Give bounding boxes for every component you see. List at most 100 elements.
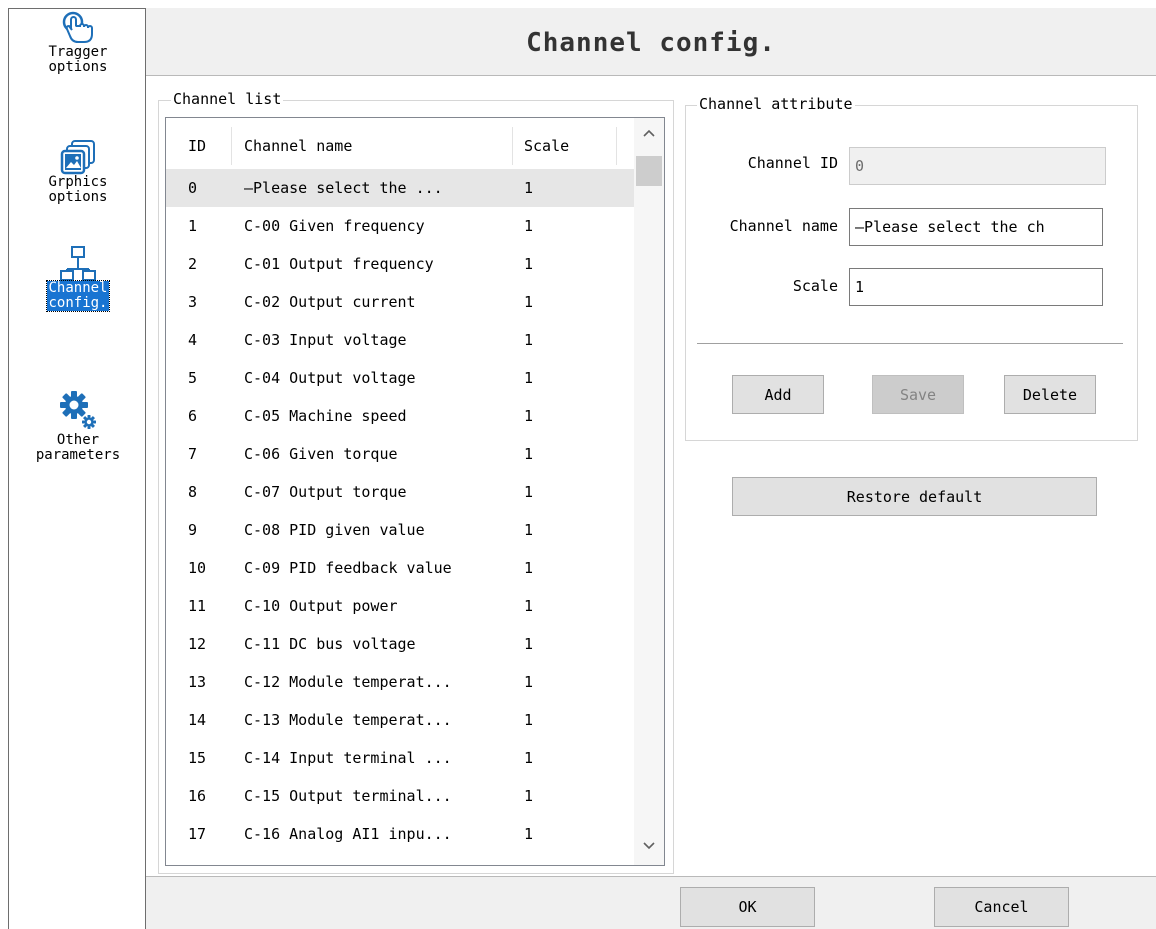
scroll-down-icon[interactable] [634, 839, 664, 859]
table-header: ID Channel name Scale [166, 127, 617, 165]
row-scale: 1 [524, 711, 534, 729]
row-id: 9 [188, 521, 198, 539]
ok-button[interactable]: OK [680, 887, 815, 927]
pictures-icon [60, 140, 95, 175]
table-row[interactable]: 1 C-00 Given frequency 1 [166, 207, 635, 245]
row-channel-name: C-02 Output current [244, 293, 416, 311]
channel-id-label: Channel ID [747, 154, 838, 172]
restore-default-button[interactable]: Restore default [732, 477, 1097, 516]
row-id: 3 [188, 293, 198, 311]
channel-name-label: Channel name [729, 217, 838, 235]
row-scale: 1 [524, 635, 534, 653]
column-separator [231, 127, 232, 165]
channel-list-legend: Channel list [171, 90, 284, 108]
row-scale: 1 [524, 217, 534, 235]
row-id: 11 [188, 597, 207, 615]
row-channel-name: C-13 Module temperat... [244, 711, 452, 729]
row-scale: 1 [524, 559, 534, 577]
channel-name-field[interactable] [849, 208, 1103, 246]
channel-attribute-legend: Channel attribute [697, 95, 855, 113]
row-scale: 1 [524, 483, 534, 501]
delete-button[interactable]: Delete [1004, 375, 1096, 414]
nav-item-trigger-options[interactable]: Tragger options [9, 9, 147, 75]
row-channel-name: C-12 Module temperat... [244, 673, 452, 691]
table-row[interactable]: 16 C-15 Output terminal... 1 [166, 777, 635, 815]
row-scale: 1 [524, 749, 534, 767]
network-icon [60, 246, 96, 281]
row-id: 2 [188, 255, 198, 273]
row-scale: 1 [524, 787, 534, 805]
row-id: 4 [188, 331, 198, 349]
column-header-channel-name[interactable]: Channel name [244, 127, 352, 165]
row-id: 13 [188, 673, 207, 691]
row-id: 14 [188, 711, 207, 729]
row-id: 10 [188, 559, 207, 577]
cancel-button[interactable]: Cancel [934, 887, 1069, 927]
row-id: 8 [188, 483, 198, 501]
scale-label: Scale [792, 277, 838, 295]
nav-item-channel-config[interactable]: Channel config. [9, 245, 147, 312]
channel-table[interactable]: ID Channel name Scale 0 —Please select th… [165, 117, 665, 866]
table-row[interactable]: 10 C-09 PID feedback value 1 [166, 549, 635, 587]
column-header-id[interactable]: ID [188, 127, 206, 165]
row-id: 15 [188, 749, 207, 767]
row-channel-name: —Please select the ... [244, 179, 443, 197]
column-separator [616, 127, 617, 165]
row-scale: 1 [524, 331, 534, 349]
table-row[interactable]: 0 —Please select the ... 1 [166, 169, 635, 207]
save-button[interactable]: Save [872, 375, 964, 414]
table-row[interactable]: 6 C-05 Machine speed 1 [166, 397, 635, 435]
table-row[interactable]: 12 C-11 DC bus voltage 1 [166, 625, 635, 663]
column-header-scale[interactable]: Scale [524, 127, 569, 165]
table-row[interactable]: 14 C-13 Module temperat... 1 [166, 701, 635, 739]
row-scale: 1 [524, 825, 534, 843]
touch-hand-icon [62, 11, 93, 43]
row-scale: 1 [524, 445, 534, 463]
scale-field[interactable] [849, 268, 1103, 306]
row-id: 7 [188, 445, 198, 463]
row-channel-name: C-06 Given torque [244, 445, 398, 463]
channel-id-field[interactable] [849, 147, 1106, 185]
row-id: 12 [188, 635, 207, 653]
row-channel-name: C-03 Input voltage [244, 331, 407, 349]
nav-item-other-parameters[interactable]: Other parameters [9, 389, 147, 463]
vertical-scrollbar[interactable] [634, 118, 664, 865]
row-id: 16 [188, 787, 207, 805]
nav-label-other-parameters: Other parameters [35, 432, 121, 463]
row-channel-name: C-14 Input terminal ... [244, 749, 452, 767]
page-title: Channel config. [526, 28, 776, 58]
row-scale: 1 [524, 673, 534, 691]
row-scale: 1 [524, 597, 534, 615]
table-row[interactable]: 13 C-12 Module temperat... 1 [166, 663, 635, 701]
nav-item-graphics-options[interactable]: Grphics options [9, 139, 147, 205]
scroll-thumb[interactable] [636, 156, 662, 186]
table-row[interactable]: 11 C-10 Output power 1 [166, 587, 635, 625]
table-row[interactable]: 7 C-06 Given torque 1 [166, 435, 635, 473]
row-channel-name: C-09 PID feedback value [244, 559, 452, 577]
title-bar: Channel config. [146, 8, 1156, 76]
row-id: 17 [188, 825, 207, 843]
table-row[interactable]: 15 C-14 Input terminal ... 1 [166, 739, 635, 777]
row-id: 6 [188, 407, 198, 425]
row-channel-name: C-00 Given frequency [244, 217, 425, 235]
row-channel-name: C-01 Output frequency [244, 255, 434, 273]
table-row[interactable]: 17 C-16 Analog AI1 inpu... 1 [166, 815, 635, 853]
add-button[interactable]: Add [732, 375, 824, 414]
table-row[interactable]: 4 C-03 Input voltage 1 [166, 321, 635, 359]
scroll-up-icon[interactable] [634, 126, 664, 146]
row-channel-name: C-07 Output torque [244, 483, 407, 501]
nav-label-trigger-options: Tragger options [48, 44, 108, 75]
row-channel-name: C-10 Output power [244, 597, 398, 615]
table-row[interactable]: 8 C-07 Output torque 1 [166, 473, 635, 511]
row-channel-name: C-05 Machine speed [244, 407, 407, 425]
column-separator [512, 127, 513, 165]
row-id: 0 [188, 179, 198, 197]
table-row[interactable]: 3 C-02 Output current 1 [166, 283, 635, 321]
row-scale: 1 [524, 407, 534, 425]
row-channel-name: C-16 Analog AI1 inpu... [244, 825, 452, 843]
row-id: 5 [188, 369, 198, 387]
table-row[interactable]: 9 C-08 PID given value 1 [166, 511, 635, 549]
table-row[interactable]: 2 C-01 Output frequency 1 [166, 245, 635, 283]
row-channel-name: C-08 PID given value [244, 521, 425, 539]
table-row[interactable]: 5 C-04 Output voltage 1 [166, 359, 635, 397]
